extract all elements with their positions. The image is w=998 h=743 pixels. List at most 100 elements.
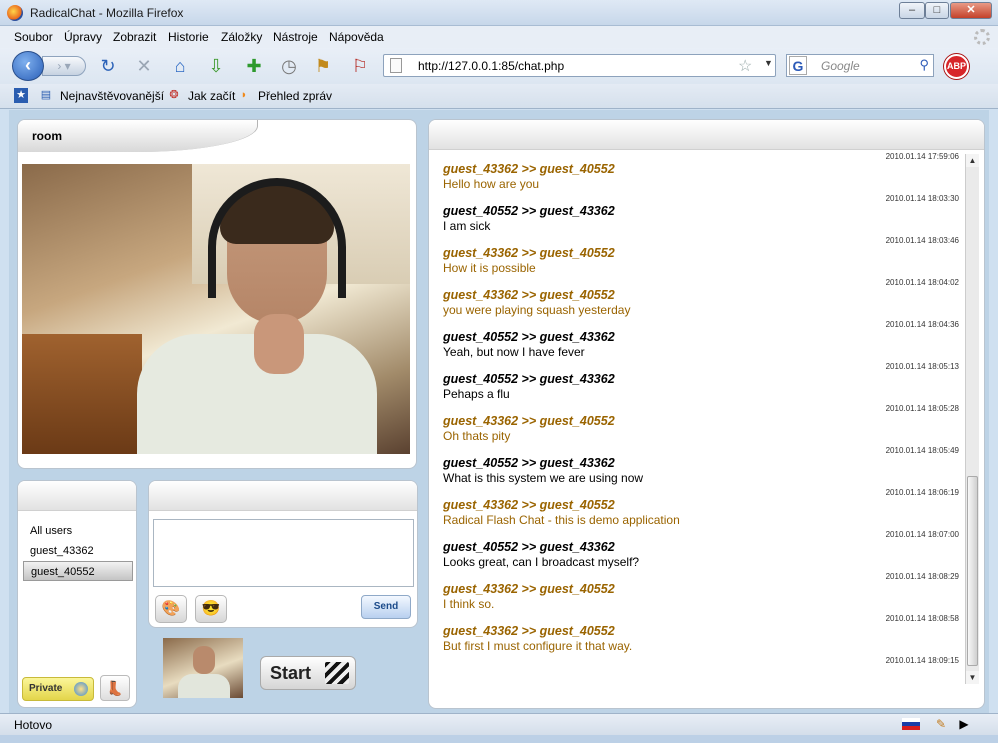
message-sender: guest_43362 >> guest_40552 [443,246,615,260]
chat-message: 2010.01.14 18:04:02 guest_43362 >> guest_… [429,278,965,320]
search-icon[interactable]: ⚲ [919,57,929,73]
message-timestamp: 2010.01.14 18:05:13 [885,362,959,371]
broadcast-area: Start [150,626,416,711]
message-sender: guest_40552 >> guest_43362 [443,204,615,218]
message-timestamp: 2010.01.14 18:03:30 [885,194,959,203]
chat-scrollbar[interactable]: ▲ ▼ [965,154,979,684]
chat-message: 2010.01.14 18:05:28 guest_43362 >> guest_… [429,404,965,446]
kick-boot-button[interactable]: 👢 [100,675,130,701]
close-button[interactable]: ✕ [950,2,992,19]
firefox-icon [7,5,23,21]
room-title: room [32,129,62,143]
message-sender: guest_43362 >> guest_40552 [443,288,615,302]
menu-nastroje[interactable]: Nástroje [273,30,318,44]
message-text: How it is possible [443,261,536,275]
message-timestamp: 2010.01.14 18:03:46 [885,236,959,245]
address-bar[interactable]: http://127.0.0.1:85/chat.php ☆ ▼ [383,54,776,77]
addon-status-icon[interactable]: ✎ [934,717,948,732]
menu-upravy[interactable]: Úpravy [64,30,102,44]
minimize-button[interactable]: – [899,2,925,19]
chat-message: 2010.01.14 18:07:00 guest_40552 >> guest_… [429,530,965,572]
users-panel: All users guest_43362 guest_40552 Privat… [17,480,137,708]
media-status-icon[interactable]: ▶ [957,717,971,732]
menu-historie[interactable]: Historie [168,30,209,44]
message-timestamp: 2010.01.14 18:06:19 [885,488,959,497]
message-sender: guest_43362 >> guest_40552 [443,582,615,596]
bookmark-most-visited[interactable]: Nejnavštěvovanější [60,89,164,103]
address-dropdown-icon[interactable]: ▼ [764,58,773,68]
history-clock-icon[interactable]: ◷ [277,55,301,77]
bookmarks-toolbar: ★ ▤ Nejnavštěvovanější ❂ Jak začít ◗ Pře… [0,84,998,109]
webcam-video [22,164,410,454]
most-visited-icon: ▤ [40,89,52,101]
back-button[interactable]: ‹ [12,51,44,81]
boot-icon: 👢 [106,680,124,696]
private-button[interactable]: Private [22,677,94,701]
message-sender: guest_40552 >> guest_43362 [443,540,615,554]
scroll-down-icon[interactable]: ▼ [966,671,979,684]
scrollbar-thumb[interactable] [967,476,978,666]
user-item-all[interactable]: All users [23,521,133,541]
message-timestamp: 2010.01.14 18:04:36 [885,320,959,329]
loading-throbber-icon [974,29,990,45]
message-text: Radical Flash Chat - this is demo applic… [443,513,680,527]
chat-message: 2010.01.14 18:06:19 guest_43362 >> guest_… [429,488,965,530]
menu-soubor[interactable]: Soubor [14,30,53,44]
send-button[interactable]: Send [361,595,411,619]
forward-button[interactable]: › ▾ [42,56,86,76]
menu-zobrazit[interactable]: Zobrazit [113,30,156,44]
emoticons-button[interactable]: 😎 [195,595,227,623]
chat-messages: 2010.01.14 17:59:06 guest_43362 >> guest_… [429,152,965,692]
user-item-guest-43362[interactable]: guest_43362 [23,541,133,561]
color-palette-button[interactable]: 🎨 [155,595,187,623]
address-url[interactable]: http://127.0.0.1:85/chat.php [418,59,564,73]
window-title: RadicalChat - Mozilla Firefox [30,6,184,20]
search-bar[interactable]: G Google ⚲ [786,54,934,77]
addon-person-icon[interactable]: ⚑ [311,55,335,77]
message-input-panel: 🎨 😎 Send [148,480,418,628]
new-tab-icon[interactable]: ✚ [242,55,266,77]
message-text: I am sick [443,219,491,233]
message-sender: guest_43362 >> guest_40552 [443,414,615,428]
bookmark-star-icon[interactable]: ☆ [738,56,752,76]
message-sender: guest_40552 >> guest_43362 [443,330,615,344]
bookmark-getting-started[interactable]: Jak začít [188,89,235,103]
home-icon[interactable]: ⌂ [168,55,192,77]
stop-icon[interactable]: ✕ [132,55,156,77]
menu-zalozky[interactable]: Záložky [221,30,262,44]
rss-feed-icon: ◗ [240,89,248,101]
reload-icon[interactable]: ↻ [96,55,120,77]
message-sender: guest_40552 >> guest_43362 [443,372,615,386]
search-placeholder[interactable]: Google [821,59,860,73]
message-timestamp: 2010.01.14 18:05:28 [885,404,959,413]
message-text: you were playing squash yesterday [443,303,631,317]
chat-last-timestamp-row: 2010.01.14 18:09:15 [429,656,965,670]
message-timestamp: 2010.01.14 17:59:06 [885,152,959,161]
message-text: Yeah, but now I have fever [443,345,585,359]
getting-started-icon: ❂ [169,89,179,101]
status-text: Hotovo [14,718,53,732]
window-bottom-frame [0,735,998,743]
private-user-icon [74,682,88,696]
message-input[interactable] [153,519,414,587]
addon-save-icon[interactable]: ⚐ [348,55,372,77]
bookmarks-menu-icon[interactable]: ★ [14,88,28,103]
chat-message: 2010.01.14 18:08:58 guest_43362 >> guest_… [429,614,965,656]
google-engine-icon[interactable]: G [789,56,807,75]
message-timestamp: 2010.01.14 18:08:29 [885,572,959,581]
download-icon[interactable]: ⇩ [204,55,228,77]
start-label: Start [270,663,312,683]
maximize-button[interactable]: □ [925,2,949,19]
message-text: Oh thats pity [443,429,511,443]
menu-napoveda[interactable]: Nápověda [329,30,384,44]
user-item-guest-40552[interactable]: guest_40552 [23,561,133,581]
smiley-sunglasses-icon: 😎 [201,600,221,617]
private-label: Private [29,683,63,694]
message-timestamp: 2010.01.14 18:08:58 [885,614,959,623]
scroll-up-icon[interactable]: ▲ [966,154,979,167]
adblock-plus-icon[interactable]: ABP [944,54,969,79]
language-flag-icon[interactable] [902,718,920,730]
bookmark-news-feed[interactable]: Přehled zpráv [258,89,332,103]
start-broadcast-button[interactable]: Start [260,656,356,690]
message-timestamp: 2010.01.14 18:04:02 [885,278,959,287]
